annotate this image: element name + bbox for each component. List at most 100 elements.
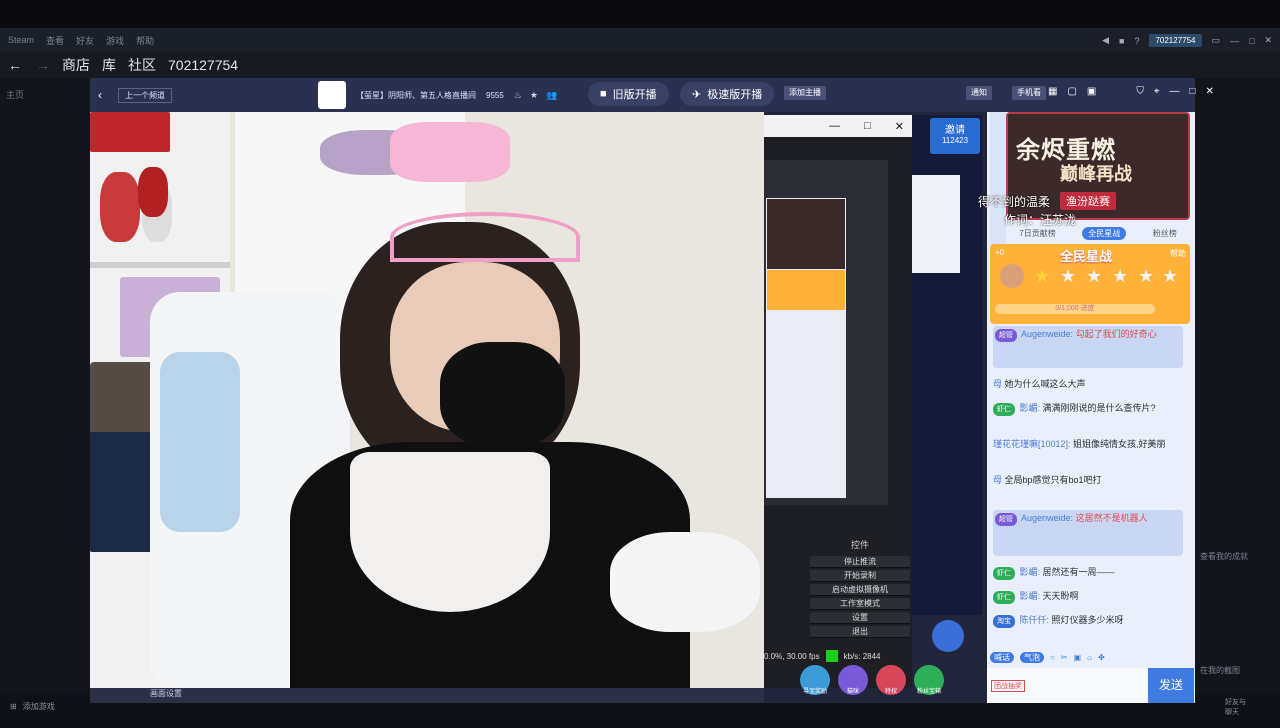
close-icon[interactable]: ✕ bbox=[1264, 35, 1272, 46]
back-icon[interactable]: ← bbox=[8, 57, 22, 73]
lottery-button[interactable]: 团战抽奖 bbox=[991, 680, 1025, 692]
event-icon[interactable] bbox=[932, 620, 964, 652]
nested-star-panel bbox=[767, 270, 845, 310]
help-icon[interactable]: ? bbox=[1134, 36, 1139, 46]
menu-item[interactable]: 帮助 bbox=[136, 34, 154, 47]
back-arrow-icon[interactable]: ‹ bbox=[98, 88, 102, 102]
chat-input[interactable]: 团战抽奖 bbox=[987, 668, 1147, 703]
chat-user[interactable]: 陈仟仟: bbox=[1020, 615, 1050, 625]
fast-start-button[interactable]: ✈ 极速版开播 bbox=[680, 82, 775, 106]
phone-watch-button[interactable]: 手机看 bbox=[1012, 86, 1046, 100]
chat-user[interactable]: Augenweide: bbox=[1021, 513, 1073, 523]
face-mask bbox=[440, 342, 565, 447]
prev-channel-button[interactable]: 上一个频道 bbox=[118, 87, 172, 103]
tab-fans[interactable]: 粉丝榜 bbox=[1153, 228, 1177, 239]
virtual-camera-button[interactable]: 启动虚拟摄像机 bbox=[810, 584, 910, 596]
nav-library[interactable]: 库 bbox=[102, 55, 116, 75]
chat-user[interactable]: Augenweide: bbox=[1021, 329, 1073, 339]
tab-contribution[interactable]: 7日贡献榜 bbox=[1019, 228, 1055, 239]
grid-icon[interactable]: ▦ bbox=[1048, 86, 1057, 97]
chat-user[interactable]: 影嵋: bbox=[1020, 591, 1041, 601]
pip-icon[interactable]: ▣ bbox=[1087, 86, 1096, 97]
star-title: 全民星战 bbox=[1060, 249, 1113, 264]
shout-button[interactable]: 喊话 bbox=[990, 651, 1014, 663]
start-record-button[interactable]: 开始录制 bbox=[810, 570, 910, 582]
old-start-label: 旧版开播 bbox=[612, 89, 657, 101]
bubble-button[interactable]: 气泡 bbox=[1020, 651, 1044, 663]
menu-item[interactable]: 查看 bbox=[46, 34, 64, 47]
chat-message: 母 全局bp感觉只有bo1吧打 bbox=[993, 474, 1183, 487]
add-host-button[interactable]: 添加主播 bbox=[784, 86, 826, 100]
shield-icon[interactable]: ⛉ bbox=[1136, 86, 1144, 97]
account-button[interactable]: 702127754 bbox=[1149, 34, 1202, 47]
steam-home-label[interactable]: 主页 bbox=[6, 88, 24, 101]
tab-star-war[interactable]: 全民星战 bbox=[1082, 226, 1127, 240]
screen-icon[interactable]: ▢ bbox=[1067, 86, 1076, 97]
chat-user[interactable]: 瑾花花瑾嘛[10012]: bbox=[993, 439, 1071, 449]
chat-message: 母 她为什么喊这么大声 bbox=[993, 378, 1183, 391]
maximize-icon[interactable]: □ bbox=[864, 120, 871, 132]
forward-icon[interactable]: → bbox=[36, 57, 50, 73]
menu-item[interactable]: 好友 bbox=[76, 34, 94, 47]
minimize-icon[interactable]: — bbox=[1230, 36, 1239, 46]
star-help[interactable]: 帮助 bbox=[1170, 248, 1186, 259]
stop-stream-button[interactable]: 停止推流 bbox=[810, 556, 910, 568]
clover-icon[interactable]: ✤ bbox=[1098, 653, 1105, 662]
invite-button[interactable]: 邀请 112423 bbox=[930, 118, 980, 154]
chat-message: 虾仁 影嵋: 居然还有一周—— bbox=[993, 566, 1183, 580]
minimize-icon[interactable]: — bbox=[1170, 86, 1180, 97]
send-button[interactable]: 发送 bbox=[1148, 668, 1194, 703]
chat-user[interactable]: 影嵋: bbox=[1020, 403, 1041, 413]
maximize-icon[interactable]: □ bbox=[1190, 86, 1196, 97]
gift-icon[interactable]: ♨ bbox=[514, 90, 522, 101]
gift-item[interactable]: 猫咪 bbox=[838, 665, 868, 695]
scissors-icon[interactable]: ✂ bbox=[1061, 653, 1068, 662]
chat-user[interactable]: 影嵋: bbox=[1020, 567, 1041, 577]
gift-item[interactable]: 寻宝奖励 bbox=[800, 665, 830, 695]
chat-user[interactable]: 母 bbox=[993, 475, 1002, 485]
sleeve bbox=[610, 532, 760, 632]
achievements-link[interactable]: 查看我的成就 bbox=[1200, 500, 1248, 614]
favorite-icon[interactable]: ★ bbox=[530, 90, 538, 101]
minimize-icon[interactable]: — bbox=[829, 120, 840, 132]
nested-banner bbox=[767, 199, 845, 269]
chat-user[interactable]: 母 bbox=[993, 379, 1002, 389]
video-stream[interactable] bbox=[90, 112, 764, 688]
close-icon[interactable]: ✕ bbox=[895, 120, 904, 133]
exit-button[interactable]: 退出 bbox=[810, 626, 910, 638]
users-icon[interactable]: 👥 bbox=[546, 90, 557, 101]
broadcast-icon[interactable]: ◀ bbox=[1102, 35, 1109, 46]
chat-text: 全局bp感觉只有bo1吧打 bbox=[1004, 475, 1102, 485]
big-picture-icon[interactable]: ▭ bbox=[1212, 35, 1221, 46]
lock-icon[interactable]: ⌂ bbox=[1087, 653, 1092, 662]
nav-account[interactable]: 702127754 bbox=[168, 57, 238, 73]
chat-message: 淘宝 陈仟仟: 照灯仪器多少米呀 bbox=[993, 614, 1183, 628]
notify-button[interactable]: 通知 bbox=[966, 86, 992, 100]
gift-bar: 寻宝奖励 猫咪 特权 粉丝宝箱 bbox=[800, 660, 980, 700]
old-start-button[interactable]: ■ 旧版开播 bbox=[588, 82, 669, 106]
chat-text: 天天盼啊 bbox=[1042, 591, 1079, 601]
settings-button[interactable]: 设置 bbox=[810, 612, 910, 624]
chat-text: 照灯仪器多少米呀 bbox=[1051, 615, 1124, 625]
image-icon[interactable]: ▣ bbox=[1074, 653, 1082, 662]
chat-text: 这居然不是机器人 bbox=[1075, 513, 1148, 523]
gift-item[interactable]: 粉丝宝箱 bbox=[914, 665, 944, 695]
pin-icon[interactable]: ⌖ bbox=[1154, 86, 1160, 97]
close-icon[interactable]: ✕ bbox=[1206, 86, 1214, 97]
emoji-icon[interactable]: ○ bbox=[1050, 653, 1055, 662]
gift-item[interactable]: 特权 bbox=[876, 665, 906, 695]
add-game-button[interactable]: 添加游戏 bbox=[23, 701, 55, 712]
menu-item[interactable]: Steam bbox=[8, 35, 34, 45]
nav-shop[interactable]: 商店 bbox=[62, 55, 90, 75]
maximize-icon[interactable]: □ bbox=[1249, 36, 1254, 46]
menu-item[interactable]: 游戏 bbox=[106, 34, 124, 47]
star-progress: 0/1,000 进度 bbox=[995, 304, 1155, 314]
nav-community[interactable]: 社区 bbox=[128, 55, 156, 75]
add-icon[interactable]: ⊞ bbox=[10, 702, 17, 711]
friends-chat-button[interactable]: 好友与 聊天 bbox=[1225, 697, 1246, 717]
notification-icon[interactable]: ■ bbox=[1119, 36, 1124, 46]
studio-mode-button[interactable]: 工作室模式 bbox=[810, 598, 910, 610]
video-settings-bar[interactable]: 画面设置 bbox=[90, 688, 764, 703]
channel-avatar bbox=[318, 81, 346, 109]
toy-figure bbox=[138, 167, 168, 217]
